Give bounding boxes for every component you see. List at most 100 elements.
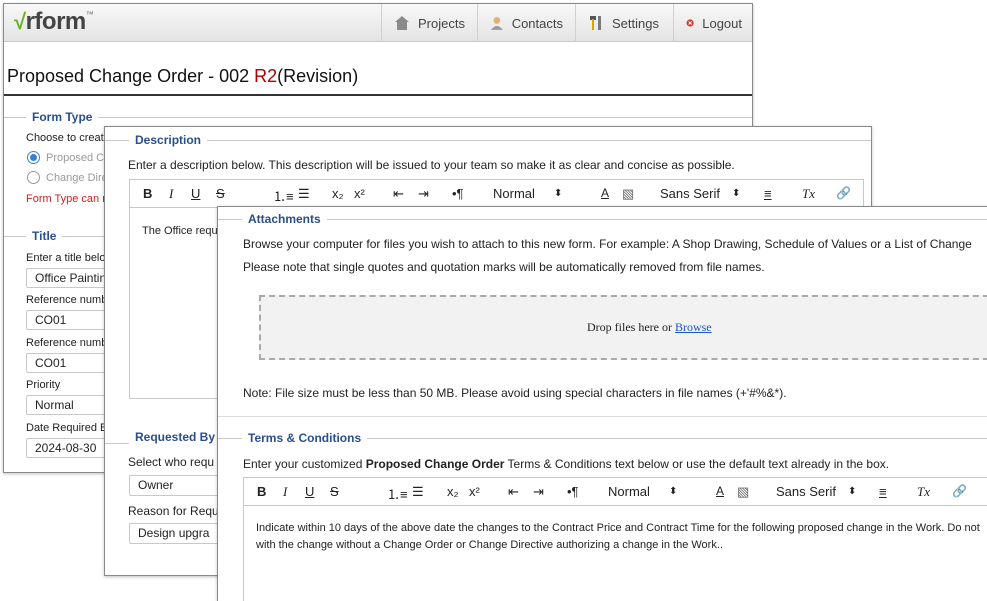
italic-button[interactable]: I [283,484,287,500]
font-chevron-icon[interactable]: ⬍ [848,486,856,497]
form-type-legend: Form Type [26,110,99,124]
superscript-button[interactable]: x² [469,484,480,499]
nav-settings-button[interactable]: Settings [575,4,673,42]
browse-link[interactable]: Browse [675,320,712,334]
bullet-list-icon[interactable]: ☰ [412,484,424,500]
terms-intro-form-name: Proposed Change Order [365,457,505,471]
file-dropzone[interactable]: Drop files here or Browse [259,295,987,360]
superscript-button[interactable]: x² [354,186,365,201]
logo-text: rform [25,8,87,35]
terms-body-line-2: with the change without a Change Order o… [256,539,723,551]
background-color-icon[interactable]: ▧ [737,484,749,500]
house-icon [395,16,409,30]
underline-button[interactable]: U [191,186,200,201]
ordered-list-icon[interactable]: ⒈≡ [387,484,408,503]
nav-contacts-label: Contacts [511,15,563,31]
form-type-rule [4,117,752,118]
requested-by-select[interactable]: Owner [129,475,229,496]
font-select[interactable]: Sans Serif [776,484,836,499]
form-type-option-directive: Change Dire [46,172,108,184]
strike-button[interactable]: S [216,186,225,201]
text-direction-icon[interactable]: •¶ [452,186,464,201]
form-type-radio-directive[interactable] [27,171,40,184]
rform-logo[interactable]: √rform™ [14,8,94,36]
form-type-radio-proposed[interactable] [27,151,40,164]
title-divider [4,94,752,96]
reference-number-label-1: Reference numb [26,294,108,306]
font-chevron-icon[interactable]: ⬍ [732,188,740,199]
page-title: Proposed Change Order - 002 R2(Revision) [7,66,358,87]
reference-number-label-2: Reference numb [26,337,108,349]
text-direction-icon[interactable]: •¶ [567,484,579,499]
indent-icon[interactable]: ⇥ [418,186,429,202]
title-legend: Title [26,229,63,243]
indent-icon[interactable]: ⇥ [533,484,544,500]
subscript-button[interactable]: x₂ [447,484,459,499]
nav-contacts-button[interactable]: Contacts [477,4,575,42]
description-instructions: Enter a description below. This descript… [128,158,735,172]
form-type-option-proposed: Proposed C [46,152,105,164]
page-title-main: Proposed Change Order - 002 [7,66,255,86]
attachments-instructions: Browse your computer for files you wish … [243,237,972,251]
logo-check-icon: √ [14,9,26,34]
italic-button[interactable]: I [169,186,173,202]
nav-logout-button[interactable]: Logout [673,4,752,42]
section-separator [218,416,987,417]
terms-body[interactable]: Indicate within 10 days of the above dat… [256,520,980,554]
priority-label: Priority [26,379,61,391]
terms-toolbar: B I U S ⒈≡ ☰ x₂ x² ⇤ ⇥ •¶ Normal ⬍ A ▧ S… [244,478,987,506]
nav-projects-button[interactable]: Projects [381,4,477,42]
attachments-quotes-note: Please note that single quotes and quota… [243,260,765,274]
strike-button[interactable]: S [330,484,339,499]
logout-x-icon [686,19,694,27]
align-icon[interactable]: ≡ [879,484,887,499]
size-chevron-icon[interactable]: ⬍ [554,188,562,199]
description-body[interactable]: The Office requ [142,223,218,240]
terms-intro-before: Enter your customized [243,457,366,471]
outdent-icon[interactable]: ⇤ [393,186,404,202]
size-select[interactable]: Normal [608,484,650,499]
bold-button[interactable]: B [143,186,152,201]
nav-logout-label: Logout [702,15,742,31]
text-color-button[interactable]: A [601,186,609,200]
font-select[interactable]: Sans Serif [660,186,720,201]
clear-format-icon[interactable]: Tx [802,186,815,202]
attachments-legend: Attachments [242,212,327,226]
dropzone-label: Drop files here or [587,320,675,334]
underline-button[interactable]: U [305,484,314,499]
attachments-rule [218,219,987,220]
align-icon[interactable]: ≡ [764,186,772,201]
file-size-note: Note: File size must be less than 50 MB.… [243,386,787,400]
bullet-list-icon[interactable]: ☰ [298,186,310,202]
background-color-icon[interactable]: ▧ [622,186,634,202]
logo-trademark: ™ [85,10,94,19]
tools-icon [590,16,601,30]
terms-intro-after: Terms & Conditions text below or use the… [504,457,890,471]
form-type-prompt: Choose to create [26,132,110,144]
title-prompt: Enter a title belo [26,252,106,264]
page-title-revision: R2 [254,66,278,86]
description-toolbar: B I U S ⒈≡ ☰ x₂ x² ⇤ ⇥ •¶ Normal ⬍ A ▧ S… [130,180,863,208]
link-icon[interactable]: 🔗 [952,484,967,498]
reason-label: Reason for Requ [128,504,219,518]
terms-legend: Terms & Conditions [242,431,368,445]
terms-intro: Enter your customized Proposed Change Or… [243,457,889,471]
reason-select[interactable]: Design upgra [129,523,229,544]
text-color-button[interactable]: A [716,484,724,498]
ordered-list-icon[interactable]: ⒈≡ [273,186,294,205]
bold-button[interactable]: B [257,484,266,499]
link-icon[interactable]: 🔗 [836,186,851,200]
size-select[interactable]: Normal [493,186,535,201]
size-chevron-icon[interactable]: ⬍ [669,486,677,497]
clear-format-icon[interactable]: Tx [917,484,930,500]
requested-by-legend: Requested By [129,430,222,444]
nav-settings-label: Settings [612,15,659,31]
page-title-suffix: (Revision) [277,66,359,86]
description-rule [105,140,871,141]
requested-by-prompt: Select who requ [128,455,215,469]
terms-editor: B I U S ⒈≡ ☰ x₂ x² ⇤ ⇥ •¶ Normal ⬍ A ▧ S… [243,477,987,601]
subscript-button[interactable]: x₂ [332,186,344,201]
date-required-label: Date Required B [26,422,108,434]
outdent-icon[interactable]: ⇤ [508,484,519,500]
person-icon [490,17,503,30]
